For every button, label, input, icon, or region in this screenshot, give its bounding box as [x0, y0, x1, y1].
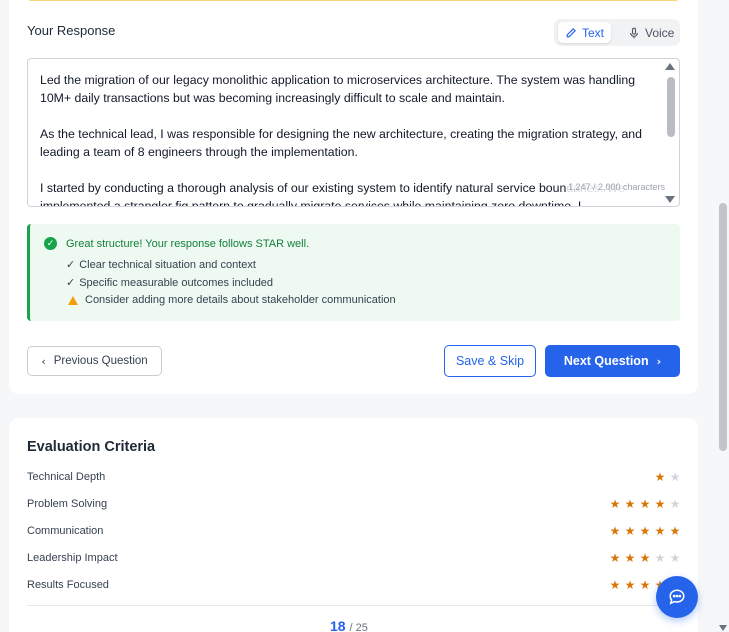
star-rating: ★★★★★ — [609, 524, 681, 538]
response-paragraph: Led the migration of our legacy monolith… — [40, 73, 636, 105]
previous-question-label: Previous Question — [53, 355, 148, 367]
pencil-icon — [566, 27, 576, 37]
star-icon: ★ — [639, 524, 651, 538]
evaluation-title: Evaluation Criteria — [27, 439, 156, 455]
response-paragraph: I started by conducting a thorough analy… — [40, 181, 625, 207]
criteria-label: Leadership Impact — [27, 552, 118, 564]
text-mode-button[interactable]: Text — [558, 22, 612, 43]
criteria-label: Results Focused — [27, 579, 109, 591]
save-skip-button[interactable]: Save & Skip — [444, 345, 536, 377]
feedback-item-text: Specific measurable outcomes included — [79, 276, 274, 289]
star-icon: ★ — [669, 470, 681, 484]
criteria-label: Communication — [27, 525, 104, 537]
voice-mode-button[interactable]: Voice — [621, 22, 681, 43]
save-skip-label: Save & Skip — [455, 354, 525, 368]
previous-question-button[interactable]: ‹ Previous Question — [27, 346, 162, 376]
criteria-row: Problem Solving ★ ★ ★ ★ ★ — [27, 494, 681, 514]
criteria-label: Problem Solving — [27, 498, 108, 510]
star-icon: ★ — [654, 497, 666, 511]
question-counter: 18 / 25 — [330, 618, 368, 632]
divider — [27, 605, 681, 606]
chevron-left-icon: ‹ — [41, 354, 46, 368]
total-questions: / 25 — [349, 622, 368, 632]
criteria-label: Technical Depth — [27, 471, 106, 483]
next-question-button[interactable]: Next Question › — [545, 345, 680, 377]
chat-bubble-icon — [669, 589, 685, 605]
response-card: Your Response Text Voice Led the migrati… — [9, 0, 698, 394]
criteria-row: Communication ★ ★ ★ ★ ★ — [27, 521, 681, 541]
textarea-scroll-down-arrow[interactable] — [665, 196, 675, 203]
response-title: Your Response — [27, 23, 116, 38]
current-question-number: 18 — [330, 618, 346, 632]
feedback-item: ✓ Specific measurable outcomes included — [66, 276, 273, 289]
textarea-scroll-up-arrow[interactable] — [665, 63, 675, 70]
star-icon: ★ — [609, 524, 621, 538]
textarea-scrollbar-thumb[interactable] — [667, 77, 675, 137]
feedback-item-text: Consider adding more details about stake… — [85, 294, 396, 306]
chevron-right-icon: › — [656, 354, 662, 368]
next-question-label: Next Question — [563, 354, 649, 368]
feedback-item: ✓ Clear technical situation and context — [66, 258, 256, 271]
star-icon: ★ — [639, 578, 651, 592]
star-icon: ★ — [669, 497, 681, 511]
input-mode-toggle: Text Voice — [554, 19, 680, 46]
star-rating: ★★★★★ — [609, 497, 681, 511]
microphone-icon — [630, 27, 638, 38]
response-textarea[interactable]: Led the migration of our legacy monolith… — [27, 58, 680, 207]
star-icon: ★ — [624, 497, 636, 511]
star-icon: ★ — [609, 578, 621, 592]
response-paragraph: As the technical lead, I was responsible… — [40, 127, 642, 159]
accent-bar — [29, 0, 678, 1]
star-icon: ★ — [639, 551, 651, 565]
criteria-row: Technical Depth ★ ★ — [27, 467, 681, 487]
feedback-panel: ✓ Great structure! Your response follows… — [27, 224, 680, 321]
character-count: 1,247 / 2,000 characters — [565, 182, 667, 192]
star-icon: ★ — [624, 578, 636, 592]
star-icon: ★ — [669, 551, 681, 565]
star-rating: ★★★★★ — [609, 551, 681, 565]
feedback-item: Consider adding more details about stake… — [66, 294, 396, 306]
criteria-row: Results Focused★★★★★ — [27, 575, 681, 595]
star-icon: ★ — [654, 551, 666, 565]
star-rating: ★ ★ — [654, 470, 681, 484]
star-icon: ★ — [669, 524, 681, 538]
feedback-item-text: Clear technical situation and context — [79, 258, 256, 271]
evaluation-card: Evaluation Criteria Technical Depth ★ ★ Pro… — [9, 418, 698, 632]
star-icon: ★ — [624, 551, 636, 565]
warning-icon — [68, 295, 78, 305]
voice-mode-label: Voice — [645, 25, 675, 40]
page-scrollbar-thumb[interactable] — [719, 203, 727, 451]
star-icon: ★ — [639, 497, 651, 511]
check-circle-icon: ✓ — [44, 237, 57, 250]
star-icon: ★ — [609, 551, 621, 565]
checkmark-icon: ✓ — [66, 258, 76, 271]
text-mode-label: Text — [582, 25, 605, 40]
star-icon: ★ — [609, 497, 621, 511]
response-text: Led the migration of our legacy monolith… — [40, 71, 652, 207]
page-scroll-down-arrow[interactable] — [719, 625, 727, 631]
feedback-headline-row: ✓ Great structure! Your response follows… — [44, 237, 309, 250]
criteria-row: Leadership Impact ★ ★ ★ ★ ★ — [27, 548, 681, 568]
star-icon: ★ — [654, 470, 666, 484]
chat-button[interactable] — [656, 576, 698, 618]
page-scrollbar[interactable] — [717, 0, 729, 632]
feedback-headline: Great structure! Your response follows S… — [66, 237, 310, 250]
star-icon: ★ — [624, 524, 636, 538]
checkmark-icon: ✓ — [66, 276, 76, 289]
star-icon: ★ — [654, 524, 666, 538]
